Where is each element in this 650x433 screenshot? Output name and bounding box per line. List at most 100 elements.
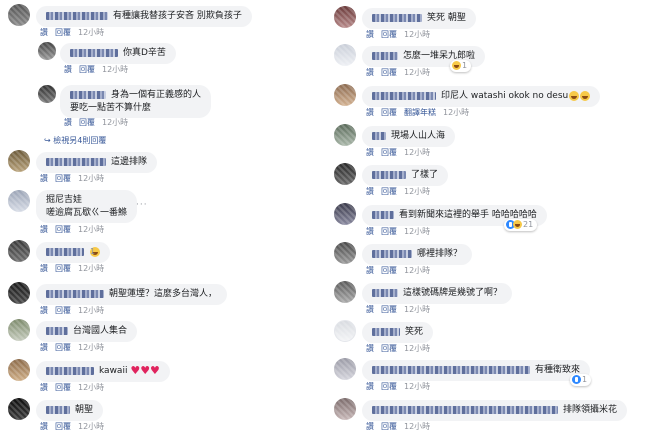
commenter-name[interactable] [372,250,412,258]
like-link[interactable]: 讚 [366,305,374,314]
timestamp[interactable]: 12小時 [78,225,104,234]
avatar[interactable] [334,124,356,146]
like-link[interactable]: 讚 [64,65,72,74]
timestamp[interactable]: 12小時 [404,148,430,157]
timestamp[interactable]: 12小時 [102,118,128,127]
like-link[interactable]: 讚 [366,266,374,275]
avatar[interactable] [8,190,30,212]
reply-link[interactable]: 回覆 [55,306,71,315]
avatar[interactable] [334,320,356,342]
commenter-name[interactable] [372,328,400,336]
commenter-name[interactable] [372,92,436,100]
commenter-name[interactable] [372,132,386,140]
avatar[interactable] [334,163,356,185]
like-link[interactable]: 讚 [64,118,72,127]
avatar[interactable] [8,398,30,420]
reply-link[interactable]: 回覆 [55,264,71,273]
timestamp[interactable]: 12小時 [78,343,104,352]
like-link[interactable]: 讚 [366,30,374,39]
reply-link[interactable]: 回覆 [55,28,71,37]
timestamp[interactable]: 12小時 [404,422,430,431]
avatar[interactable] [334,242,356,264]
reply-link[interactable]: 回覆 [55,225,71,234]
like-link[interactable]: 讚 [40,422,48,431]
reaction-count[interactable]: 21 [504,219,538,231]
avatar[interactable] [334,6,356,28]
reply-link[interactable]: 回覆 [381,227,397,236]
timestamp[interactable]: 12小時 [78,383,104,392]
timestamp[interactable]: 12小時 [404,266,430,275]
reply-link[interactable]: 回覆 [381,344,397,353]
commenter-name[interactable] [46,248,84,256]
like-link[interactable]: 讚 [40,28,48,37]
like-link[interactable]: 讚 [366,187,374,196]
avatar[interactable] [38,42,56,60]
reaction-count[interactable]: 1 [570,374,592,386]
like-link[interactable]: 讚 [366,382,374,391]
like-link[interactable]: 讚 [40,225,48,234]
timestamp[interactable]: 12小時 [78,174,104,183]
like-link[interactable]: 讚 [40,306,48,315]
reply-link[interactable]: 回覆 [55,383,71,392]
reply-link[interactable]: 回覆 [381,187,397,196]
avatar[interactable] [334,84,356,106]
like-link[interactable]: 讚 [366,227,374,236]
reaction-count[interactable]: 1 [450,60,472,72]
reply-link[interactable]: 回覆 [381,108,397,117]
reply-link[interactable]: 回覆 [79,118,95,127]
reply-link[interactable]: 回覆 [381,30,397,39]
timestamp[interactable]: 12小時 [404,187,430,196]
commenter-name[interactable] [46,12,108,20]
avatar[interactable] [8,319,30,341]
commenter-name[interactable] [372,289,398,297]
like-link[interactable]: 讚 [366,68,374,77]
reply-link[interactable]: 回覆 [381,68,397,77]
reply-link[interactable]: 回覆 [55,174,71,183]
reply-link[interactable]: 回覆 [381,382,397,391]
timestamp[interactable]: 12小時 [404,344,430,353]
avatar[interactable] [334,203,356,225]
reply-link[interactable]: 回覆 [381,148,397,157]
avatar[interactable] [334,398,356,420]
like-link[interactable]: 讚 [366,108,374,117]
commenter-name[interactable] [70,49,118,57]
commenter-name[interactable] [372,211,394,219]
avatar[interactable] [334,44,356,66]
timestamp[interactable]: 12小時 [404,68,430,77]
like-link[interactable]: 讚 [40,264,48,273]
commenter-name[interactable] [372,14,422,22]
like-link[interactable]: 讚 [366,344,374,353]
commenter-name[interactable] [70,91,106,99]
avatar[interactable] [8,4,30,26]
timestamp[interactable]: 12小時 [102,65,128,74]
like-link[interactable]: 讚 [40,174,48,183]
timestamp[interactable]: 12小時 [404,305,430,314]
reply-link[interactable]: 回覆 [381,305,397,314]
timestamp[interactable]: 12小時 [78,28,104,37]
commenter-name[interactable] [372,366,530,374]
timestamp[interactable]: 12小時 [78,264,104,273]
commenter-name[interactable] [46,158,106,166]
commenter-name[interactable] [372,171,406,179]
reply-link[interactable]: 回覆 [55,422,71,431]
avatar[interactable] [8,282,30,304]
like-link[interactable]: 讚 [366,148,374,157]
timestamp[interactable]: 12小時 [443,108,469,117]
reply-link[interactable]: 回覆 [55,343,71,352]
avatar[interactable] [334,358,356,380]
reply-link[interactable]: 回覆 [381,266,397,275]
commenter-name[interactable] [46,327,68,335]
reply-link[interactable]: 回覆 [381,422,397,431]
like-link[interactable]: 讚 [40,383,48,392]
translate-link[interactable]: 翻譯年糕 [404,108,436,117]
commenter-name[interactable] [46,290,104,298]
timestamp[interactable]: 12小時 [404,30,430,39]
avatar[interactable] [8,359,30,381]
more-options-icon[interactable]: ··· [136,200,148,210]
avatar[interactable] [38,85,56,103]
like-link[interactable]: 讚 [366,422,374,431]
view-more-replies-link[interactable]: ↪ 檢視另4則回覆 [44,135,106,146]
commenter-name[interactable] [46,367,94,375]
avatar[interactable] [8,240,30,262]
commenter-name[interactable] [46,406,70,414]
